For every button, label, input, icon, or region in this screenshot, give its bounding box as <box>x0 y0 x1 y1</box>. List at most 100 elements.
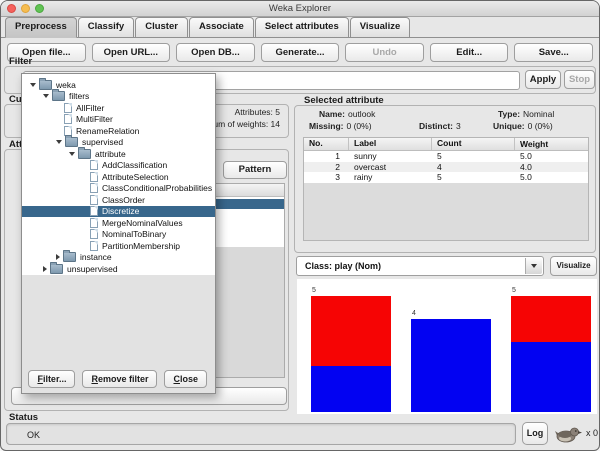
tree-node-renamerelation[interactable]: RenameRelation <box>22 125 215 137</box>
bar-count-label: 5 <box>512 287 516 295</box>
expanded-arrow-icon[interactable] <box>43 94 49 98</box>
expanded-arrow-icon[interactable] <box>56 140 62 144</box>
cell: 4 <box>432 162 515 172</box>
tree-node-weka[interactable]: weka <box>22 79 215 91</box>
bar-segment-blue <box>511 342 591 412</box>
attributes-table[interactable] <box>213 183 285 378</box>
column-header-no[interactable]: No. <box>304 138 349 150</box>
attributes-table-selected-row[interactable] <box>214 199 284 209</box>
filter-chooser-popup: wekafiltersAllFilterMultiFilterRenameRel… <box>21 73 216 394</box>
attributes-table-header <box>214 184 284 197</box>
log-button[interactable]: Log <box>522 422 548 445</box>
expanded-arrow-icon[interactable] <box>69 152 75 156</box>
file-icon <box>90 241 98 251</box>
weka-explorer-window: Weka Explorer PreprocessClassifyClusterA… <box>0 0 600 451</box>
popup-close-button[interactable]: Close <box>164 370 207 388</box>
attr-name-value: outlook <box>348 109 375 119</box>
relation-sum-of-weights: Sum of weights: 14 <box>208 119 280 129</box>
title-bar[interactable]: Weka Explorer <box>1 1 599 17</box>
popup-filter-button[interactable]: Filter... <box>28 370 75 388</box>
tree-node-partitionmembership[interactable]: PartitionMembership <box>22 240 215 252</box>
tree-node-nominaltobinary[interactable]: NominalToBinary <box>22 229 215 241</box>
column-header-count[interactable]: Count <box>432 138 515 150</box>
tree-node-multifilter[interactable]: MultiFilter <box>22 114 215 126</box>
tree-node-mergenominalvalues[interactable]: MergeNominalValues <box>22 217 215 229</box>
save-button[interactable]: Save... <box>514 43 593 62</box>
open-url-button[interactable]: Open URL... <box>92 43 171 62</box>
attr-name-label: Name: <box>319 109 345 119</box>
file-icon <box>90 195 98 205</box>
histogram-bar-overcast <box>411 319 491 412</box>
folder-icon <box>78 149 91 159</box>
attr-missing-stat: Missing:0 (0%) <box>309 121 372 131</box>
tree-node-addclassification[interactable]: AddClassification <box>22 160 215 172</box>
attr-missing-value: 0 (0%) <box>346 121 371 131</box>
cell: 3 <box>304 172 349 182</box>
bar-count-label: 4 <box>412 310 416 318</box>
undo-button: Undo <box>345 43 424 62</box>
attr-unique-stat: Unique:0 (0%) <box>493 121 553 131</box>
pattern-button[interactable]: Pattern <box>223 161 287 179</box>
class-selector-dropdown-icon[interactable] <box>525 258 542 274</box>
visualize-all-button[interactable]: Visualize All <box>550 256 597 276</box>
cell: 5 <box>432 172 515 182</box>
tree-node-attributeselection[interactable]: AttributeSelection <box>22 171 215 183</box>
folder-icon <box>52 91 65 101</box>
tab-select-attributes[interactable]: Select attributes <box>255 17 349 38</box>
tree-node-attribute[interactable]: attribute <box>22 148 215 160</box>
tree-node-label: MergeNominalValues <box>102 218 183 228</box>
attribute-values-table[interactable]: No.LabelCountWeight 1sunny55.02overcast4… <box>303 137 589 241</box>
attribute-value-row-overcast[interactable]: 2overcast44.0 <box>304 162 588 173</box>
histogram-bar-rainy <box>511 296 591 412</box>
collapsed-arrow-icon[interactable] <box>43 266 47 272</box>
file-icon <box>64 103 72 113</box>
column-header-label[interactable]: Label <box>349 138 432 150</box>
tree-node-filters[interactable]: filters <box>22 91 215 103</box>
generate-button[interactable]: Generate... <box>261 43 340 62</box>
cell: 2 <box>304 162 349 172</box>
file-icon <box>90 183 98 193</box>
status-message: OK <box>6 423 516 445</box>
weka-bird-icon <box>553 424 583 449</box>
popup-remove-filter-button[interactable]: Remove filter <box>82 370 157 388</box>
bar-segment-blue <box>311 366 391 412</box>
apply-filter-button[interactable]: Apply <box>525 70 561 89</box>
attribute-values-header: No.LabelCountWeight <box>304 138 588 151</box>
collapsed-arrow-icon[interactable] <box>56 254 60 260</box>
attr-distinct-label: Distinct: <box>419 121 453 131</box>
edit-button[interactable]: Edit... <box>430 43 509 62</box>
tab-visualize[interactable]: Visualize <box>350 17 411 38</box>
tab-preprocess[interactable]: Preprocess <box>5 17 77 38</box>
tree-node-label: RenameRelation <box>76 126 139 136</box>
cell: 5 <box>432 151 515 161</box>
cell: 4.0 <box>515 162 588 172</box>
status-title: Status <box>9 412 38 423</box>
tree-node-discretize[interactable]: Discretize <box>22 206 215 218</box>
tree-node-classorder[interactable]: ClassOrder <box>22 194 215 206</box>
tab-classify[interactable]: Classify <box>78 17 134 38</box>
tree-node-label: ClassOrder <box>102 195 145 205</box>
expanded-arrow-icon[interactable] <box>30 83 36 87</box>
class-selector[interactable]: Class: play (Nom) <box>296 256 544 276</box>
tree-node-label: ClassConditionalProbabilities <box>102 183 212 193</box>
tree-node-classconditionalprobabilities[interactable]: ClassConditionalProbabilities <box>22 183 215 195</box>
tree-node-allfilter[interactable]: AllFilter <box>22 102 215 114</box>
cell: rainy <box>349 172 432 182</box>
attribute-value-row-rainy[interactable]: 3rainy55.0 <box>304 172 588 183</box>
attributes-table-rows[interactable] <box>214 209 284 247</box>
bar-segment-red <box>511 296 591 342</box>
tree-node-label: filters <box>69 91 89 101</box>
tree-node-unsupervised[interactable]: unsupervised <box>22 263 215 275</box>
attribute-value-row-sunny[interactable]: 1sunny55.0 <box>304 151 588 162</box>
attr-unique-label: Unique: <box>493 121 525 131</box>
folder-icon <box>50 264 63 274</box>
attr-type-label: Type: <box>498 109 520 119</box>
column-header-weight[interactable]: Weight <box>515 139 588 150</box>
relation-attributes-count: Attributes: 5 <box>235 107 280 117</box>
tab-cluster[interactable]: Cluster <box>135 17 188 38</box>
open-db-button[interactable]: Open DB... <box>176 43 255 62</box>
filter-tree: wekafiltersAllFilterMultiFilterRenameRel… <box>22 74 215 275</box>
tree-node-label: NominalToBinary <box>102 229 166 239</box>
tree-node-supervised[interactable]: supervised <box>22 137 215 149</box>
tab-associate[interactable]: Associate <box>189 17 254 38</box>
